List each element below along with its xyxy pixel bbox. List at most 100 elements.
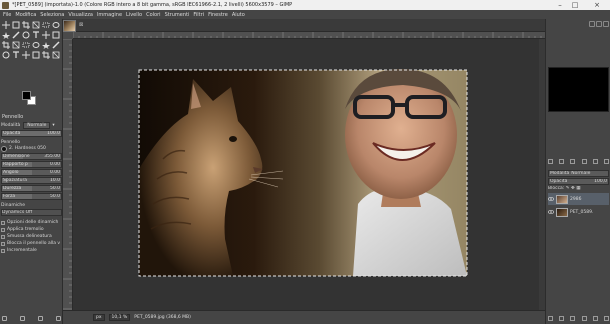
brush-preview-icon[interactable] bbox=[1, 145, 7, 152]
visibility-eye-icon[interactable] bbox=[548, 209, 554, 215]
brush-row[interactable]: 2. Hardness 050 bbox=[1, 145, 62, 152]
restore-options-icon[interactable] bbox=[20, 316, 25, 321]
layer-opacity-slider[interactable]: Opacità 100,0 bbox=[548, 178, 609, 185]
duplicate-layer-icon[interactable] bbox=[592, 316, 598, 321]
option-checkbox-row[interactable]: Smussa delineatura bbox=[1, 233, 62, 240]
menu-file[interactable]: File bbox=[3, 12, 11, 18]
close-button[interactable]: × bbox=[590, 0, 604, 10]
menu-visualizza[interactable]: Visualizza bbox=[68, 12, 93, 18]
dock-icon[interactable] bbox=[570, 159, 576, 164]
dock-tab-icon[interactable] bbox=[589, 21, 595, 27]
smudge-tool-icon[interactable] bbox=[51, 30, 61, 40]
menu-colori[interactable]: Colori bbox=[146, 12, 160, 18]
maximize-button[interactable]: □ bbox=[568, 0, 582, 10]
gradient-tool-icon[interactable] bbox=[51, 50, 61, 60]
new-layer-icon[interactable] bbox=[548, 316, 553, 321]
heal-tool-icon[interactable] bbox=[21, 50, 31, 60]
menu-strumenti[interactable]: Strumenti bbox=[165, 12, 190, 18]
image-tab-thumbnail[interactable] bbox=[63, 20, 76, 32]
checkbox[interactable] bbox=[1, 220, 5, 225]
dynamics-value[interactable]: Dynamics Off bbox=[2, 210, 32, 215]
dock-menu-icon[interactable] bbox=[603, 21, 609, 27]
menu-immagine[interactable]: Immagine bbox=[97, 12, 122, 18]
dock-icon[interactable] bbox=[603, 159, 609, 164]
menu-seleziona[interactable]: Seleziona bbox=[40, 12, 64, 18]
new-group-icon[interactable] bbox=[559, 316, 565, 321]
slider-durezza[interactable]: Durezza 50.0 bbox=[1, 185, 62, 192]
lock-alpha-icon[interactable]: ▦ bbox=[576, 186, 580, 191]
layer-name[interactable]: 2986 bbox=[570, 197, 581, 202]
eraser-tool-icon[interactable] bbox=[11, 40, 21, 50]
slider-rapporto-p[interactable]: Rapporto p 0.00 bbox=[1, 161, 62, 168]
dock-icon[interactable] bbox=[581, 159, 587, 164]
navigation-preview[interactable] bbox=[548, 67, 609, 112]
delete-options-icon[interactable] bbox=[38, 316, 43, 321]
slider-dimensione[interactable]: Dimensione 355.00 bbox=[1, 153, 62, 160]
dynamics-select[interactable]: Dynamics Off bbox=[1, 209, 62, 216]
color-picker-tool-icon[interactable] bbox=[41, 40, 51, 50]
layer-row[interactable]: PET_0589. bbox=[548, 206, 609, 218]
ruler-corner[interactable] bbox=[63, 32, 73, 39]
airbrush-tool-icon[interactable] bbox=[41, 50, 51, 60]
mode-select[interactable]: Normale bbox=[23, 122, 51, 129]
clone-tool-icon[interactable] bbox=[41, 30, 51, 40]
ink-tool-icon[interactable] bbox=[31, 50, 41, 60]
fuzzy-select-tool-icon[interactable] bbox=[1, 30, 11, 40]
option-checkbox-row[interactable]: Blocca il pennello alla v bbox=[1, 240, 62, 247]
lock-position-icon[interactable]: ✥ bbox=[571, 186, 575, 191]
lasso-tool-icon[interactable] bbox=[51, 20, 61, 30]
paths-tool-icon[interactable] bbox=[21, 30, 31, 40]
align-tool-icon[interactable] bbox=[11, 20, 21, 30]
mode-row[interactable]: Modalità Normale ▾ bbox=[1, 122, 62, 129]
lock-pixels-icon[interactable]: ✎ bbox=[566, 186, 570, 191]
minimize-button[interactable]: – bbox=[553, 0, 567, 10]
crop-tool-icon[interactable] bbox=[21, 20, 31, 30]
unified-transform-tool-icon[interactable] bbox=[31, 20, 41, 30]
raise-layer-icon[interactable] bbox=[570, 316, 576, 321]
checkbox[interactable] bbox=[1, 248, 5, 253]
image-canvas[interactable] bbox=[73, 39, 539, 310]
menu-modifica[interactable]: Modifica bbox=[15, 12, 36, 18]
menu-finestre[interactable]: Finestre bbox=[208, 12, 228, 18]
unit-select[interactable]: px bbox=[93, 314, 105, 321]
option-checkbox-row[interactable]: Opzioni delle dinamich bbox=[1, 219, 62, 226]
checkbox[interactable] bbox=[1, 234, 5, 239]
horizontal-ruler[interactable] bbox=[73, 32, 545, 39]
rect-select-tool-icon[interactable] bbox=[41, 20, 51, 30]
mode-reset-icon[interactable]: ▾ bbox=[52, 123, 54, 128]
move-tool-icon[interactable] bbox=[1, 20, 11, 30]
measure-tool-icon[interactable] bbox=[1, 50, 11, 60]
vertical-ruler[interactable] bbox=[63, 39, 73, 310]
zoom-select[interactable]: 10,1 % bbox=[108, 314, 131, 321]
save-options-icon[interactable] bbox=[2, 316, 7, 321]
dock-icon[interactable] bbox=[559, 159, 565, 164]
option-checkbox-row[interactable]: Applica tremolio bbox=[1, 226, 62, 233]
visibility-eye-icon[interactable] bbox=[548, 196, 554, 202]
dodge-tool-icon[interactable] bbox=[31, 40, 41, 50]
menu-livello[interactable]: Livello bbox=[126, 12, 142, 18]
opacity-slider[interactable]: Opacità 100.0 bbox=[1, 130, 62, 137]
tab-close-icon[interactable]: ⊠ bbox=[79, 22, 83, 28]
layer-name[interactable]: PET_0589. bbox=[570, 210, 593, 215]
paintbrush-tool-icon[interactable] bbox=[1, 40, 11, 50]
warp-tool-icon[interactable] bbox=[11, 50, 21, 60]
bucket-fill-tool-icon[interactable] bbox=[21, 40, 31, 50]
slider-spaziatura[interactable]: Spaziatura 10.0 bbox=[1, 177, 62, 184]
fg-bg-colors[interactable] bbox=[22, 91, 36, 105]
slider-angolo[interactable]: Angolo 0.00 bbox=[1, 169, 62, 176]
dock-icon[interactable] bbox=[592, 159, 598, 164]
slider-forza[interactable]: Forza 50.0 bbox=[1, 193, 62, 200]
foreground-color-swatch[interactable] bbox=[22, 91, 31, 100]
canvas-area[interactable] bbox=[73, 39, 539, 310]
layer-mode-value[interactable]: Normale bbox=[571, 171, 590, 176]
dock-tab-icon[interactable] bbox=[596, 21, 602, 27]
layer-row[interactable]: 2986 bbox=[548, 193, 609, 205]
delete-layer-icon[interactable] bbox=[603, 316, 609, 321]
foreground-select-tool-icon[interactable] bbox=[11, 30, 21, 40]
reset-options-icon[interactable] bbox=[56, 316, 61, 321]
text-tool-icon[interactable] bbox=[31, 30, 41, 40]
lower-layer-icon[interactable] bbox=[581, 316, 587, 321]
dock-icon[interactable] bbox=[548, 159, 553, 164]
zoom-tool-icon[interactable] bbox=[51, 40, 61, 50]
brush-name[interactable]: 2. Hardness 050 bbox=[9, 146, 46, 151]
